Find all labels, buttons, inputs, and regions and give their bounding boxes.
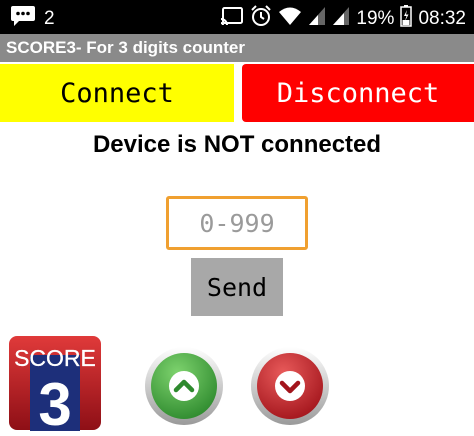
decrement-button[interactable] [250,346,330,426]
counter-input[interactable] [166,196,308,250]
signal-icon [308,6,326,31]
wifi-icon [278,6,302,31]
connection-status: Device is NOT connected [92,131,382,158]
cast-icon [220,6,244,31]
status-bar-right: 19% 08:32 [220,5,466,32]
alarm-icon [250,5,272,32]
disconnect-button[interactable]: Disconnect [242,64,474,122]
score3-logo: SCORE 3 [8,335,102,436]
logo-score-text: SCORE [14,345,96,371]
logo-number-text: 3 [38,371,71,431]
connect-button[interactable]: Connect [0,64,234,122]
increment-button[interactable] [144,346,224,426]
app-title: SCORE3- For 3 digits counter [0,34,474,62]
battery-icon [400,5,413,32]
status-bar: 2 19% 08:32 [0,0,474,34]
battery-percent: 19% [356,7,395,29]
clock: 08:32 [418,7,466,29]
signal-icon [332,6,350,31]
notification-count: 2 [44,7,55,29]
status-bar-left: 2 [10,5,55,32]
send-button[interactable]: Send [191,258,283,316]
chat-bubble-icon [10,5,36,32]
